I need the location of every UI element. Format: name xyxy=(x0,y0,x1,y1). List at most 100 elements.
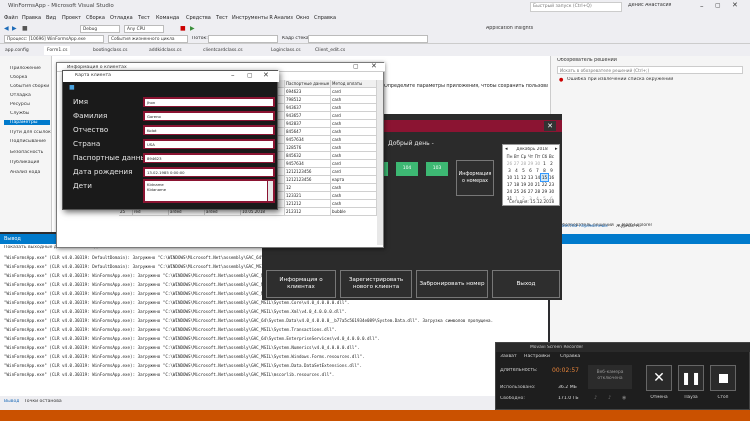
nav-item[interactable]: События сборки xyxy=(10,84,49,89)
forward-icon[interactable]: ▶ xyxy=(12,25,17,32)
webcam-icon[interactable]: ◉ xyxy=(622,395,626,401)
process-select[interactable]: Процесс: [10696] WinFormsApp.exe xyxy=(4,35,104,43)
maximize-icon[interactable]: ▢ xyxy=(247,72,253,79)
table-cell[interactable]: 9457634 xyxy=(285,160,331,167)
save-icon[interactable]: ■ xyxy=(22,25,28,32)
close-icon[interactable]: ✕ xyxy=(263,71,269,79)
nav-item[interactable]: Ресурсы xyxy=(10,102,30,107)
close-icon[interactable]: ✕ xyxy=(544,121,556,131)
calendar-day[interactable]: 3 xyxy=(506,167,513,174)
calendar-day[interactable]: 13 xyxy=(527,174,534,181)
table-cell[interactable]: card xyxy=(331,168,377,175)
calendar-day[interactable]: 21 xyxy=(534,181,541,188)
country-value[interactable]: USA xyxy=(145,140,273,148)
table-cell[interactable]: 1212123456 xyxy=(285,168,331,175)
stop-recording-button[interactable] xyxy=(710,365,736,391)
calendar-day[interactable]: 18 xyxy=(513,181,520,188)
maximize-icon[interactable]: ▢ xyxy=(715,2,721,9)
exit-button[interactable]: Выход xyxy=(492,270,560,298)
table-cell[interactable]: cash xyxy=(331,136,377,143)
table-cell[interactable]: карта xyxy=(331,176,377,183)
table-cell[interactable]: cash xyxy=(331,128,377,135)
book-room-button[interactable]: Забронировать номер xyxy=(416,270,488,298)
nav-item[interactable]: Сборка xyxy=(10,75,27,80)
nav-item[interactable]: Службы xyxy=(10,111,29,116)
calendar-day[interactable]: 30 xyxy=(548,188,555,195)
table-cell[interactable]: 128576 xyxy=(285,144,331,151)
calendar-day[interactable]: 6 xyxy=(527,167,534,174)
tab-form1[interactable]: Form1.cs xyxy=(44,46,71,55)
calendar-day[interactable]: 19 xyxy=(520,181,527,188)
birth-date-value[interactable]: 13.02.1985 0:00:00 xyxy=(145,168,273,176)
nav-item[interactable]: Пути для ссылок xyxy=(10,130,51,135)
table-cell[interactable]: 845632 xyxy=(285,152,331,159)
menu-item[interactable]: Инструменты R xyxy=(232,15,273,21)
table-cell[interactable]: card xyxy=(331,112,377,119)
tab-output[interactable]: Вывод xyxy=(4,399,19,404)
table-cell[interactable]: card xyxy=(331,160,377,167)
last-name-field[interactable]: Goreno xyxy=(143,111,275,121)
kids-scrollbar[interactable] xyxy=(268,181,273,201)
calendar-day[interactable]: 27 xyxy=(527,188,534,195)
patronymic-field[interactable]: Kolot xyxy=(143,125,275,135)
calendar-day[interactable]: 27 xyxy=(513,160,520,167)
tab-bootingclass[interactable]: bootingclass.cs xyxy=(90,46,131,55)
month-calendar[interactable]: ◂ Декабрь 2018 ▸ Пн Вт Ср Чт Пт Сб Вс 26 27 28 29 3… xyxy=(502,144,560,206)
table-cell[interactable]: cash xyxy=(331,144,377,151)
tab-app-config[interactable]: app.config xyxy=(2,46,32,55)
menu-item[interactable]: Сборка xyxy=(86,15,105,21)
calendar-day[interactable]: 22 xyxy=(541,181,548,188)
calendar-days[interactable]: Пн Вт Ср Чт Пт Сб Вс 26 27 28 29 30 1 2 3 4 5 6 7 8 9 10 11 12 1… xyxy=(506,153,555,202)
calendar-day[interactable]: 30 xyxy=(534,160,541,167)
patronymic-value[interactable]: Kolot xyxy=(145,126,273,134)
calendar-day[interactable]: 29 xyxy=(541,188,548,195)
passport-field[interactable]: 894623 xyxy=(143,153,275,163)
tab-loginclass[interactable]: Loginclass.cs xyxy=(268,46,304,55)
config-select[interactable]: Debug xyxy=(80,25,120,33)
nav-item[interactable]: Анализ кода xyxy=(10,170,40,175)
prev-month-icon[interactable]: ◂ xyxy=(505,146,508,152)
calendar-day[interactable]: 16 xyxy=(548,174,555,181)
calendar-day[interactable]: 12 xyxy=(520,174,527,181)
kids-listbox[interactable]: Kidname Kidaname xyxy=(145,181,267,201)
solution-search-input[interactable]: Искать в обозревателе решений (Ctrl+;) xyxy=(557,66,743,74)
calendar-day[interactable]: 4 xyxy=(513,167,520,174)
platform-select[interactable]: Any CPU xyxy=(124,25,164,33)
table-cell[interactable]: 212312 xyxy=(285,208,331,215)
application-insights-button[interactable]: Application Insights xyxy=(486,26,533,31)
tab-clientcardclass[interactable]: clientcardclass.cs xyxy=(200,46,246,55)
calendar-day[interactable]: 28 xyxy=(534,188,541,195)
first-name-value[interactable]: Jhon xyxy=(145,98,273,106)
calendar-day[interactable]: 28 xyxy=(520,160,527,167)
continue-icon[interactable]: ▶ xyxy=(190,25,195,32)
menu-item[interactable]: Анализ xyxy=(274,15,293,21)
tab-variables[interactable]: Свойства переменных xyxy=(556,224,608,229)
calendar-day[interactable]: 15 xyxy=(540,173,549,182)
table-cell[interactable]: 9457634 xyxy=(285,136,331,143)
calendar-day[interactable]: 1 xyxy=(541,160,548,167)
table-cell[interactable]: 12 xyxy=(285,184,331,191)
close-icon[interactable]: ✕ xyxy=(732,1,738,9)
calendar-day[interactable]: 23 xyxy=(548,181,555,188)
calendar-day[interactable]: 5 xyxy=(520,167,527,174)
cancel-recording-button[interactable]: ✕ xyxy=(646,365,672,391)
grid-scrollbar[interactable] xyxy=(377,80,383,245)
quick-launch-input[interactable]: Быстрый запуск (Ctrl+Q) xyxy=(530,2,622,12)
stop-icon[interactable]: ■ xyxy=(180,25,186,32)
menu-capture[interactable]: Захват xyxy=(500,354,517,359)
menu-item[interactable]: Проект xyxy=(62,15,81,21)
calendar-day[interactable]: 7 xyxy=(534,167,541,174)
menu-item[interactable]: Вид xyxy=(46,15,56,21)
calendar-today[interactable]: Сегодня: 15.12.2018 xyxy=(509,199,554,204)
table-cell[interactable]: cash xyxy=(331,200,377,207)
calendar-day[interactable]: 26 xyxy=(506,160,513,167)
kid-item[interactable]: Kidaname xyxy=(147,187,166,192)
calendar-day[interactable]: 9 xyxy=(548,167,555,174)
table-cell[interactable]: 694623 xyxy=(285,88,331,95)
maximize-icon[interactable]: ▢ xyxy=(353,63,359,70)
calendar-day[interactable]: 29 xyxy=(527,160,534,167)
menu-item[interactable]: Отладка xyxy=(110,15,133,21)
menu-item[interactable]: Окно xyxy=(296,15,309,21)
table-cell[interactable]: cash xyxy=(331,104,377,111)
audio-icon[interactable]: ♪ xyxy=(594,395,597,401)
